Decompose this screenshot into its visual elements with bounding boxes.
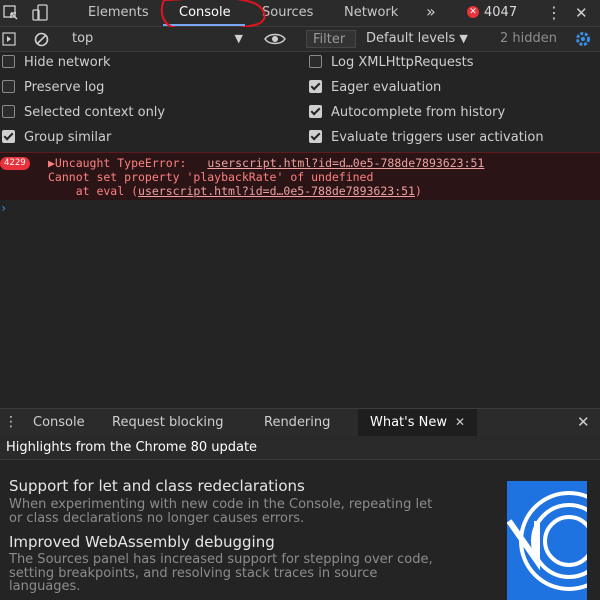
setting-group-similar[interactable]: Group similar	[2, 127, 111, 149]
checkbox[interactable]	[309, 130, 322, 143]
setting-label: Hide network	[24, 55, 111, 70]
stack-frame-link[interactable]: userscript.html?id=d…0e5-788de7893623:51	[138, 184, 415, 198]
inspect-element-icon[interactable]	[2, 4, 20, 22]
drawer-tab-rendering[interactable]: Rendering	[264, 409, 330, 436]
checkbox[interactable]	[2, 105, 15, 118]
console-settings-gear-icon[interactable]	[574, 30, 592, 48]
checkbox[interactable]	[2, 80, 15, 93]
feature-title[interactable]: Support for let and class redeclarations	[9, 477, 305, 495]
customize-menu-icon[interactable]: ⋮	[546, 0, 562, 26]
setting-log-xmlhttprequests[interactable]: Log XMLHttpRequests	[309, 52, 474, 74]
hidden-messages-count: 2 hidden	[500, 31, 557, 46]
error-line-1[interactable]: ▶Uncaught TypeError: userscript.html?id=…	[48, 156, 484, 170]
drawer-tab-console[interactable]: Console	[33, 409, 85, 436]
close-drawer-icon[interactable]: ✕	[577, 409, 590, 436]
chrome-devtools-promo-image	[507, 481, 587, 600]
setting-label: Preserve log	[24, 80, 105, 95]
error-icon[interactable]: ✕	[467, 6, 479, 18]
close-tab-icon[interactable]: ✕	[455, 415, 465, 429]
setting-eager-evaluation[interactable]: Eager evaluation	[309, 77, 441, 99]
setting-label: Autocomplete from history	[331, 105, 506, 120]
drawer-menu-icon[interactable]: ⋮	[4, 409, 18, 436]
close-devtools-icon[interactable]: ✕	[575, 0, 588, 26]
live-expression-eye-icon[interactable]	[264, 31, 286, 47]
log-levels-dropdown[interactable]: Default levels ▼	[366, 27, 468, 51]
stack-frame-suffix: )	[414, 184, 422, 198]
whats-new-heading: Highlights from the Chrome 80 update	[0, 436, 600, 460]
clear-console-icon[interactable]	[34, 32, 49, 47]
sidebar-toggle-icon[interactable]	[2, 32, 16, 46]
feature-description: When experimenting with new code in the …	[9, 497, 433, 526]
source-link[interactable]: userscript.html?id=d…0e5-788de7893623:51	[207, 156, 484, 170]
tab-network[interactable]: Network	[344, 0, 398, 26]
devtools-tab-bar: Elements Console Sources Network » ✕ 404…	[0, 0, 600, 30]
console-error-message[interactable]: 4229 ▶Uncaught TypeError: userscript.htm…	[0, 152, 600, 202]
context-selector[interactable]: top ▼	[72, 27, 247, 51]
setting-label: Group similar	[24, 130, 112, 145]
console-input-area[interactable]	[0, 200, 600, 408]
setting-label: Log XMLHttpRequests	[331, 55, 474, 70]
checkbox[interactable]	[309, 80, 322, 93]
repeat-count-badge: 4229	[0, 157, 30, 170]
more-tabs-button[interactable]: »	[426, 0, 436, 26]
setting-hide-network[interactable]: Hide network	[2, 52, 111, 74]
feature-description: The Sources panel has increased support …	[9, 552, 433, 594]
checkbox[interactable]	[2, 55, 15, 68]
console-settings-pane: Hide network Preserve log Selected conte…	[0, 52, 600, 152]
red-circle-annotation	[160, 0, 266, 30]
feature-title[interactable]: Improved WebAssembly debugging	[9, 533, 275, 551]
error-heading: ▶Uncaught TypeError:	[48, 156, 194, 170]
dropdown-caret-icon: ▼	[459, 32, 468, 45]
setting-label: Eager evaluation	[331, 80, 442, 95]
drawer-tab-label: What's New	[370, 415, 447, 430]
setting-label: Evaluate triggers user activation	[331, 130, 544, 145]
checkbox[interactable]	[309, 105, 322, 118]
checkbox[interactable]	[309, 55, 322, 68]
drawer-tab-whats-new[interactable]: What's New ✕	[358, 409, 478, 436]
error-count[interactable]: 4047	[484, 0, 517, 26]
drawer-tab-request-blocking[interactable]: Request blocking	[112, 409, 224, 436]
setting-label: Selected context only	[24, 105, 166, 120]
filter-input[interactable]: Filter	[306, 30, 356, 48]
setting-selected-context-only[interactable]: Selected context only	[2, 102, 165, 124]
stack-frame-prefix: at eval (	[48, 184, 139, 198]
checkbox[interactable]	[2, 130, 15, 143]
console-toolbar: top ▼ Filter Default levels ▼ 2 hidden	[0, 27, 600, 52]
drawer-tab-bar: ⋮ Console Request blocking Rendering Wha…	[0, 408, 600, 437]
device-toolbar-icon[interactable]	[32, 4, 50, 22]
setting-evaluate-triggers-user-activation[interactable]: Evaluate triggers user activation	[309, 127, 544, 149]
whats-new-content: Support for let and class redeclarations…	[0, 461, 600, 600]
context-value: top	[72, 31, 94, 46]
error-line-2: Cannot set property 'playbackRate' of un…	[48, 170, 374, 184]
setting-preserve-log[interactable]: Preserve log	[2, 77, 104, 99]
dropdown-caret-icon: ▼	[234, 32, 243, 45]
setting-autocomplete-from-history[interactable]: Autocomplete from history	[309, 102, 505, 124]
log-levels-label: Default levels	[366, 31, 456, 46]
console-prompt-icon: ›	[0, 201, 8, 215]
tab-elements[interactable]: Elements	[88, 0, 149, 26]
error-line-3: at eval (userscript.html?id=d…0e5-788de7…	[48, 184, 422, 198]
